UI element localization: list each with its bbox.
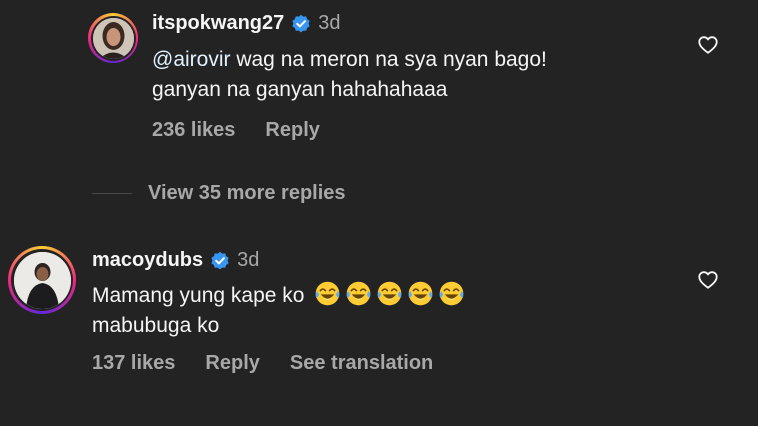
- joy-emoji: [316, 281, 340, 306]
- comment-text-line1: Mamang yung kape ko: [92, 284, 305, 307]
- comment-text: @airovir wag na meron na sya nyan bago! …: [152, 45, 547, 105]
- reply-button[interactable]: Reply: [205, 352, 259, 375]
- joy-emoji: [347, 281, 371, 306]
- comment-text-line2: ganyan na ganyan hahahahaaa: [152, 78, 448, 101]
- likes-count[interactable]: 137 likes: [92, 352, 175, 375]
- avatar-photo: [13, 251, 71, 309]
- view-more-replies-label: View 35 more replies: [148, 182, 346, 204]
- mention-link[interactable]: @airovir: [152, 48, 231, 71]
- timestamp: 3d: [318, 12, 341, 34]
- comment-text-line1: wag na meron na sya nyan bago!: [230, 48, 547, 71]
- username[interactable]: macoydubs: [92, 249, 203, 272]
- emoji-row: [310, 281, 465, 307]
- see-translation-button[interactable]: See translation: [290, 352, 433, 375]
- verified-badge-icon: [292, 14, 310, 32]
- comment-text: Mamang yung kape ko mabubuga ko: [92, 280, 465, 341]
- view-more-replies-button[interactable]: View 35 more replies: [92, 182, 346, 205]
- verified-badge-icon: [211, 251, 229, 269]
- username[interactable]: itspokwang27: [152, 12, 284, 35]
- divider: [92, 193, 132, 194]
- heart-outline-icon[interactable]: [697, 269, 719, 291]
- timestamp: 3d: [237, 249, 260, 271]
- joy-emoji: [409, 281, 433, 306]
- reply-button[interactable]: Reply: [265, 119, 319, 142]
- heart-outline-icon[interactable]: [697, 34, 719, 56]
- likes-count[interactable]: 236 likes: [152, 119, 235, 142]
- joy-emoji: [378, 281, 402, 306]
- comment-text-line2: mabubuga ko: [92, 314, 220, 337]
- avatar[interactable]: [88, 13, 138, 63]
- joy-emoji: [440, 281, 464, 306]
- avatar-photo: [92, 17, 134, 59]
- avatar[interactable]: [8, 246, 76, 314]
